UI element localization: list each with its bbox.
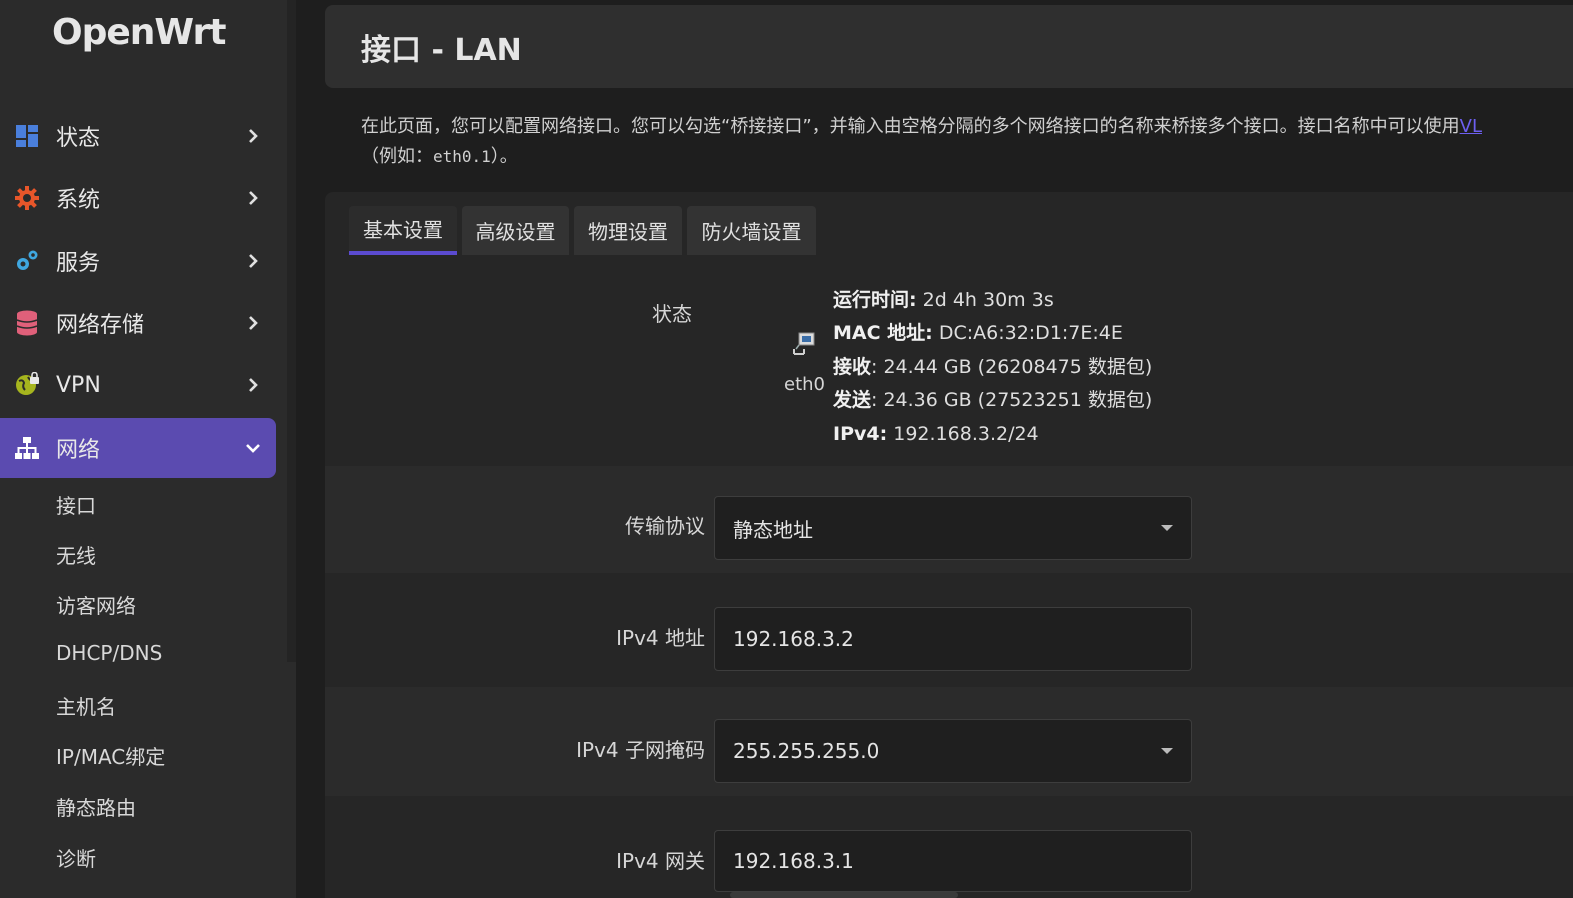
netmask-label: IPv4 子网掩码 [576, 738, 705, 762]
tab-basic-settings[interactable]: 基本设置 [349, 206, 457, 255]
tx-value: : 24.36 GB (27523251 数据包) [871, 389, 1153, 412]
device-name: eth0 [784, 374, 825, 395]
description-text: 在此页面，您可以配置网络接口。您可以勾选“桥接接口”，并输入由空格分隔的多个网络… [361, 116, 1460, 137]
sidebar-sub-interfaces[interactable]: 接口 [56, 490, 96, 519]
uptime-key: 运行时间: [833, 289, 917, 311]
sidebar-sub-static-routes[interactable]: 静态路由 [56, 792, 136, 821]
protocol-label: 传输协议 [625, 514, 705, 538]
protocol-select[interactable]: 静态地址 [714, 496, 1192, 560]
gear-icon [14, 185, 40, 211]
sidebar-item-services[interactable]: 服务 [0, 231, 276, 291]
description-example-code: eth0.1 [433, 147, 491, 166]
chevron-right-icon [244, 376, 262, 394]
sidebar-sub-ip-mac-binding[interactable]: IP/MAC绑定 [56, 741, 165, 770]
page-title: 接口 - LAN [361, 33, 522, 68]
openwrt-logo[interactable]: OpenWrt [52, 12, 226, 53]
tab-firewall-settings[interactable]: 防火墙设置 [687, 206, 816, 255]
rx-value: : 24.44 GB (26208475 数据包) [871, 355, 1153, 378]
netmask-select[interactable]: 255.255.255.0 [714, 719, 1192, 783]
sidebar-item-storage[interactable]: 网络存储 [0, 293, 276, 353]
dashboard-icon [14, 123, 40, 149]
chevron-down-icon [244, 439, 262, 457]
gateway-label: IPv4 网关 [616, 849, 705, 873]
sidebar-item-network[interactable]: 网络 [0, 418, 276, 478]
sidebar-item-label: 网络 [56, 438, 101, 463]
protocol-select-value: 静态地址 [733, 517, 813, 542]
sidebar-item-status[interactable]: 状态 [0, 106, 276, 166]
ethernet-port-icon [790, 330, 818, 358]
vlan-link[interactable]: VL [1460, 116, 1482, 137]
description-example-prefix: （例如： [361, 146, 433, 167]
rx-key: 接收 [833, 355, 872, 378]
mac-value: DC:A6:32:D1:7E:4E [932, 322, 1123, 345]
sidebar: OpenWrt 状态 系统 服务 网络存储 VPN 网络 接口 无线 访客网络 … [0, 0, 296, 898]
sidebar-item-label: 服务 [56, 251, 101, 276]
page-description: 在此页面，您可以配置网络接口。您可以勾选“桥接接口”，并输入由空格分隔的多个网络… [361, 112, 1573, 172]
page-header: 接口 - LAN [325, 5, 1573, 88]
globe-lock-icon [14, 372, 40, 398]
tab-physical-settings[interactable]: 物理设置 [574, 206, 682, 255]
database-icon [14, 310, 40, 336]
ipv4-address-label: IPv4 地址 [616, 626, 705, 650]
gears-icon [14, 248, 40, 274]
sidebar-item-label: VPN [56, 372, 101, 398]
sidebar-item-label: 网络存储 [56, 313, 145, 338]
ipv4-address-input[interactable]: 192.168.3.2 [714, 607, 1192, 671]
description-example-suffix: ）。 [490, 146, 518, 167]
sidebar-sub-diagnostics[interactable]: 诊断 [56, 843, 96, 872]
dropdown-caret-icon [1161, 525, 1173, 531]
gateway-input[interactable]: 192.168.3.1 [714, 830, 1192, 892]
sidebar-sub-wireless[interactable]: 无线 [56, 540, 96, 569]
status-label: 状态 [652, 302, 692, 326]
chevron-right-icon [244, 189, 262, 207]
sidebar-scrollbar[interactable] [287, 0, 296, 662]
sidebar-sub-guest-network[interactable]: 访客网络 [56, 590, 136, 619]
chevron-right-icon [244, 127, 262, 145]
mac-key: MAC 地址: [833, 322, 933, 345]
netmask-select-value: 255.255.255.0 [733, 739, 880, 763]
ipv4-address-value: 192.168.3.2 [733, 627, 854, 651]
network-icon [14, 435, 40, 461]
chevron-right-icon [244, 314, 262, 332]
sidebar-item-vpn[interactable]: VPN [0, 355, 276, 415]
gateway-value: 192.168.3.1 [733, 849, 854, 873]
horizontal-scrollbar[interactable] [730, 892, 958, 898]
dropdown-caret-icon [1161, 748, 1173, 754]
chevron-right-icon [244, 252, 262, 270]
uptime-value: 2d 4h 30m 3s [916, 289, 1054, 311]
ipv4-key: IPv4: [833, 422, 888, 445]
interface-status: 运行时间: 2d 4h 30m 3s MAC 地址: DC:A6:32:D1:7… [833, 284, 1152, 451]
sidebar-item-label: 系统 [56, 188, 101, 213]
tx-key: 发送 [833, 389, 872, 412]
sidebar-sub-hostnames[interactable]: 主机名 [56, 691, 116, 720]
sidebar-item-system[interactable]: 系统 [0, 168, 276, 228]
sidebar-item-label: 状态 [56, 126, 101, 151]
sidebar-sub-dhcp-dns[interactable]: DHCP/DNS [56, 641, 162, 665]
ipv4-value: 192.168.3.2/24 [887, 422, 1039, 445]
tab-advanced-settings[interactable]: 高级设置 [462, 206, 569, 255]
